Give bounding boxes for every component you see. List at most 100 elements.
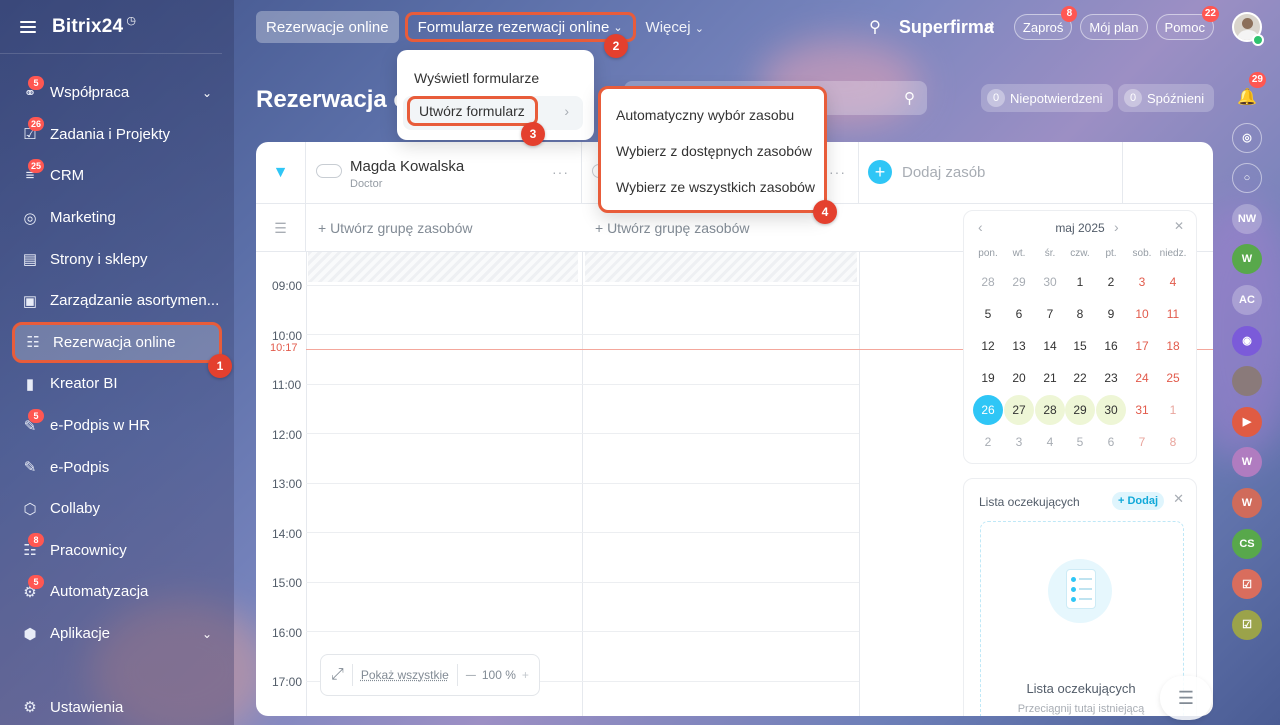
sidebar-item-kreator-bi[interactable]: ▮ Kreator BI xyxy=(0,363,234,405)
calendar-day[interactable]: 4 xyxy=(1035,427,1065,457)
calendar-day[interactable]: 30 xyxy=(1096,395,1126,425)
calendar-day[interactable]: 15 xyxy=(1065,331,1095,361)
late-filter[interactable]: 0 Spóźnieni xyxy=(1118,84,1215,112)
zoom-in-button[interactable]: + xyxy=(522,668,529,682)
calendar-day[interactable]: 8 xyxy=(1158,427,1188,457)
sidebar-item-pracownicy[interactable]: ☷ 8 Pracownicy xyxy=(0,530,234,572)
calendar-day[interactable]: 23 xyxy=(1096,363,1126,393)
calendar-day[interactable]: 25 xyxy=(1158,363,1188,393)
calendar-day[interactable]: 2 xyxy=(1096,267,1126,297)
calendar-day[interactable]: 6 xyxy=(1096,427,1126,457)
task-icon[interactable]: ☑ xyxy=(1232,609,1262,640)
more-dots-icon[interactable]: ··· xyxy=(829,164,846,180)
filter-icon[interactable]: ▼ xyxy=(256,142,306,204)
calendar-day[interactable]: 5 xyxy=(1065,427,1095,457)
create-group-button[interactable]: + Utwórz grupę zasobów xyxy=(318,220,472,236)
add-resource-button[interactable]: + Dodaj zasób xyxy=(868,160,985,184)
sidebar-item-collaby[interactable]: ⬡ Collaby xyxy=(0,488,234,530)
chat-bubble-icon[interactable]: ○ xyxy=(1232,163,1262,194)
list-menu-icon[interactable]: ☰ xyxy=(1160,676,1212,720)
calendar-day[interactable]: 31 xyxy=(1127,395,1157,425)
calendar-day[interactable]: 13 xyxy=(1004,331,1034,361)
calendar-day[interactable]: 29 xyxy=(1004,267,1034,297)
calendar-day[interactable]: 1 xyxy=(1065,267,1095,297)
swap-icon[interactable]: ⇄ xyxy=(985,19,994,32)
contact-avatar[interactable] xyxy=(1232,366,1262,397)
invite-button[interactable]: Zaproś 8 xyxy=(1013,6,1078,40)
menu-hamburger-icon[interactable] xyxy=(20,20,36,33)
sidebar-item-zadania[interactable]: ☑ 26 Zadania i Projekty xyxy=(0,114,234,156)
calendar-day[interactable]: 6 xyxy=(1004,299,1034,329)
calendar-day[interactable]: 20 xyxy=(1004,363,1034,393)
calendar-day[interactable]: 24 xyxy=(1127,363,1157,393)
sidebar-item-asortyment[interactable]: ▣ Zarządzanie asortymen... xyxy=(0,280,234,322)
calendar-day[interactable]: 29 xyxy=(1065,395,1095,425)
calendar-day[interactable]: 7 xyxy=(1127,427,1157,457)
sidebar-item-wspolpraca[interactable]: ⚭ 5 Współpraca ⌄ xyxy=(0,72,234,114)
settings-link[interactable]: ⚙ Ustawienia xyxy=(20,697,123,717)
target-icon[interactable]: ◎ xyxy=(1232,122,1262,153)
sidebar-item-epodpis-hr[interactable]: ✎ 5 e-Podpis w HR xyxy=(0,405,234,447)
calendar-day[interactable]: 9 xyxy=(1096,299,1126,329)
calendar-day[interactable]: 30 xyxy=(1035,267,1065,297)
calendar-day[interactable]: 21 xyxy=(1035,363,1065,393)
calendar-day[interactable]: 16 xyxy=(1096,331,1126,361)
menu-item-create-form[interactable]: Utwórz formularz › xyxy=(403,96,583,130)
resource-column[interactable]: Magda Kowalska Doctor ··· xyxy=(306,142,582,204)
my-plan-button[interactable]: Mój plan xyxy=(1080,14,1148,40)
unconfirmed-filter[interactable]: 0 Niepotwierdzeni xyxy=(981,84,1113,112)
calendar-day[interactable]: 10 xyxy=(1127,299,1157,329)
calendar-day[interactable]: 12 xyxy=(973,331,1003,361)
collapse-icon[interactable]: ✕ xyxy=(1173,491,1184,507)
calendar-day[interactable]: 4 xyxy=(1158,267,1188,297)
resource-toggle[interactable] xyxy=(316,164,342,178)
calendar-day[interactable]: 18 xyxy=(1158,331,1188,361)
company-name[interactable]: Superfirma xyxy=(899,17,994,38)
sidebar-item-automatyzacja[interactable]: ⚙ 5 Automatyzacja xyxy=(0,571,234,613)
calendar-day[interactable]: 28 xyxy=(973,267,1003,297)
menu-item-auto-resource[interactable]: Automatyczny wybór zasobu xyxy=(601,107,824,123)
sidebar-item-rezerwacja[interactable]: ☷ Rezerwacja online xyxy=(12,321,222,364)
calendar-day[interactable]: 14 xyxy=(1035,331,1065,361)
sidebar-item-epodpis[interactable]: ✎ e-Podpis xyxy=(0,446,234,488)
contact-avatar[interactable]: W xyxy=(1232,244,1262,275)
expand-icon[interactable]: ⤢ xyxy=(331,666,344,684)
copilot-icon[interactable]: ◉ xyxy=(1232,325,1262,356)
more-menu[interactable]: Więcej ⌄ xyxy=(646,19,704,36)
logo[interactable]: Bitrix24 xyxy=(52,16,123,38)
calendar-day[interactable]: 17 xyxy=(1127,331,1157,361)
show-all-button[interactable]: Pokaż wszystkie xyxy=(361,668,449,682)
calendar-day[interactable]: 22 xyxy=(1065,363,1095,393)
create-group-button[interactable]: + Utwórz grupę zasobów xyxy=(595,220,749,236)
contact-avatar[interactable]: W xyxy=(1232,447,1262,478)
sidebar-item-crm[interactable]: ≡ 25 CRM xyxy=(0,155,234,197)
contact-avatar[interactable]: AC xyxy=(1232,284,1262,315)
collapse-icon[interactable]: ✕ xyxy=(1174,219,1184,233)
video-call-icon[interactable]: ▶ xyxy=(1232,406,1262,437)
sidebar-item-marketing[interactable]: ◎ Marketing xyxy=(0,197,234,239)
sidebar-item-strony[interactable]: ▤ Strony i sklepy xyxy=(0,238,234,280)
calendar-day[interactable]: 19 xyxy=(973,363,1003,393)
zoom-out-button[interactable]: — xyxy=(466,670,476,681)
calendar-day[interactable]: 11 xyxy=(1158,299,1188,329)
menu-item-all-resources[interactable]: Wybierz ze wszystkich zasobów xyxy=(601,179,824,195)
search-icon[interactable]: ⚲ xyxy=(869,17,881,37)
calendar-day[interactable]: 1 xyxy=(1158,395,1188,425)
task-icon[interactable]: ☑ xyxy=(1232,569,1262,600)
more-dots-icon[interactable]: ··· xyxy=(552,164,569,180)
calendar-day[interactable]: 3 xyxy=(1127,267,1157,297)
contact-avatar[interactable]: CS xyxy=(1232,528,1262,559)
waitlist-add-button[interactable]: + Dodaj xyxy=(1112,492,1165,510)
calendar-day[interactable]: 7 xyxy=(1035,299,1065,329)
calendar-day[interactable]: 2 xyxy=(973,427,1003,457)
calendar-day[interactable]: 27 xyxy=(1004,395,1034,425)
contact-avatar[interactable]: NW xyxy=(1232,203,1262,234)
calendar-day[interactable]: 28 xyxy=(1035,395,1065,425)
calendar-day[interactable]: 8 xyxy=(1065,299,1095,329)
bell-icon[interactable]: 🔔 29 xyxy=(1232,72,1266,112)
tab-rezerwacje-online[interactable]: Rezerwacje online xyxy=(256,11,399,43)
help-button[interactable]: Pomoc 22 xyxy=(1155,6,1219,40)
menu-item-available-resources[interactable]: Wybierz z dostępnych zasobów xyxy=(601,143,824,159)
calendar-day[interactable]: 26 xyxy=(973,395,1003,425)
calendar-day[interactable]: 3 xyxy=(1004,427,1034,457)
